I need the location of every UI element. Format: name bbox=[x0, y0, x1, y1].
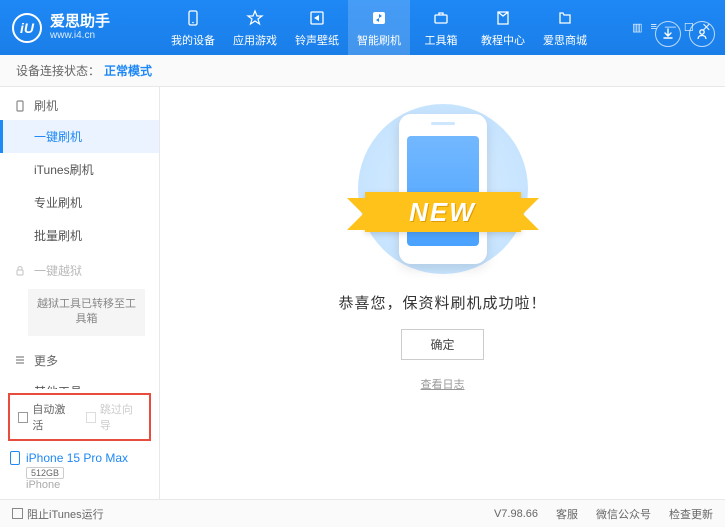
app-title: 爱思助手 bbox=[50, 14, 110, 31]
device-info: iPhone 15 Pro Max 512GB iPhone bbox=[10, 451, 149, 491]
wechat-link[interactable]: 微信公众号 bbox=[596, 506, 651, 522]
qr-icon[interactable]: ▥ bbox=[632, 21, 642, 34]
download-button[interactable] bbox=[655, 21, 681, 47]
view-log-link[interactable]: 查看日志 bbox=[421, 376, 465, 392]
sidebar: 刷机 一键刷机iTunes刷机专业刷机批量刷机 一键越狱 越狱工具已转移至工具箱… bbox=[0, 87, 160, 499]
nav-tab-2[interactable]: 铃声壁纸 bbox=[286, 0, 348, 55]
nav-tab-6[interactable]: 爱思商城 bbox=[534, 0, 596, 55]
nav-tab-0[interactable]: 我的设备 bbox=[162, 0, 224, 55]
nav-icon bbox=[493, 8, 513, 28]
options-box: 自动激活 跳过向导 bbox=[8, 393, 151, 441]
ok-button[interactable]: 确定 bbox=[401, 329, 483, 360]
nav-tab-5[interactable]: 教程中心 bbox=[472, 0, 534, 55]
support-link[interactable]: 客服 bbox=[556, 506, 578, 522]
sidebar-item-more-0[interactable]: 其他工具 bbox=[0, 375, 159, 389]
block-itunes-checkbox[interactable]: 阻止iTunes运行 bbox=[12, 506, 104, 522]
nav-tabs: 我的设备应用游戏铃声壁纸智能刷机工具箱教程中心爱思商城 bbox=[162, 0, 596, 55]
nav-icon bbox=[245, 8, 265, 28]
main-content: NEW 恭喜您，保资料刷机成功啦！ 确定 查看日志 bbox=[160, 87, 725, 499]
nav-icon bbox=[369, 8, 389, 28]
footer: 阻止iTunes运行 V7.98.66 客服 微信公众号 检查更新 bbox=[0, 499, 725, 527]
sidebar-item-flash-0[interactable]: 一键刷机 bbox=[0, 120, 159, 153]
app-url: www.i4.cn bbox=[50, 30, 110, 41]
logo-icon: iU bbox=[12, 13, 42, 43]
update-link[interactable]: 检查更新 bbox=[669, 506, 713, 522]
auto-activate-checkbox[interactable]: 自动激活 bbox=[18, 401, 74, 433]
device-type: iPhone bbox=[26, 479, 149, 491]
nav-tab-4[interactable]: 工具箱 bbox=[410, 0, 472, 55]
sidebar-item-flash-1[interactable]: iTunes刷机 bbox=[0, 153, 159, 186]
nav-tab-3[interactable]: 智能刷机 bbox=[348, 0, 410, 55]
device-name[interactable]: iPhone 15 Pro Max bbox=[26, 451, 128, 465]
success-message: 恭喜您，保资料刷机成功啦！ bbox=[338, 292, 546, 313]
header: iU 爱思助手 www.i4.cn 我的设备应用游戏铃声壁纸智能刷机工具箱教程中… bbox=[0, 0, 725, 55]
status-bar: 设备连接状态： 正常模式 bbox=[0, 55, 725, 87]
user-button[interactable] bbox=[689, 21, 715, 47]
sidebar-group-flash[interactable]: 刷机 bbox=[0, 87, 159, 120]
nav-icon bbox=[183, 8, 203, 28]
version-label: V7.98.66 bbox=[494, 508, 538, 520]
success-illustration: NEW bbox=[338, 101, 548, 276]
skip-guide-checkbox: 跳过向导 bbox=[86, 401, 142, 433]
jailbreak-note: 越狱工具已转移至工具箱 bbox=[28, 289, 145, 336]
sidebar-group-more[interactable]: 更多 bbox=[0, 342, 159, 375]
logo-area: iU 爱思助手 www.i4.cn bbox=[12, 13, 162, 43]
sidebar-item-flash-3[interactable]: 批量刷机 bbox=[0, 219, 159, 252]
nav-icon bbox=[307, 8, 327, 28]
new-banner: NEW bbox=[365, 192, 521, 232]
status-label: 设备连接状态： bbox=[16, 62, 100, 79]
sidebar-item-flash-2[interactable]: 专业刷机 bbox=[0, 186, 159, 219]
sidebar-group-jailbreak: 一键越狱 bbox=[0, 252, 159, 285]
device-storage: 512GB bbox=[26, 467, 64, 479]
nav-tab-1[interactable]: 应用游戏 bbox=[224, 0, 286, 55]
status-value: 正常模式 bbox=[104, 62, 152, 79]
nav-icon bbox=[431, 8, 451, 28]
phone-icon bbox=[10, 451, 20, 465]
nav-icon bbox=[555, 8, 575, 28]
